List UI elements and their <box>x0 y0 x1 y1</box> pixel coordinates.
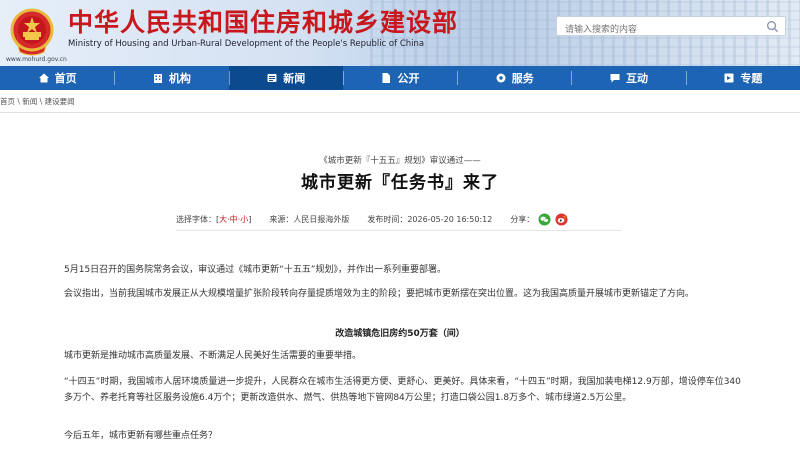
font-size-small[interactable]: 小 <box>240 214 248 225</box>
article-paragraph-4: “十四五”时期，我国城市人居环境质量进一步提升，人民群众在城市生活得更方便、更舒… <box>64 377 741 403</box>
article-subheading: 改造城镇危旧房约50万套（间） <box>335 329 465 339</box>
chat-icon <box>610 74 620 83</box>
article-paragraph-2: 会议指出，当前我国城市发展正从大规模增量扩张阶段转向存量提质增效为主的阶段；要把… <box>64 289 695 299</box>
font-size-large[interactable]: 大 <box>219 214 227 225</box>
building-icon <box>153 74 162 83</box>
nav-label: 互动 <box>626 72 649 85</box>
meta-divider <box>176 230 622 231</box>
nav-label: 新闻 <box>283 72 306 85</box>
share-label: 分享： <box>510 215 535 224</box>
font-size-label: 选择字体：[ <box>176 215 220 224</box>
nav-item-institution[interactable]: 机构 <box>114 66 228 90</box>
gear-icon <box>496 73 506 83</box>
nav-label: 首页 <box>54 72 77 85</box>
article-paragraph-1: 5月15日召开的国务院常务会议，审议通过《城市更新“十五五”规划》，并作出一系列… <box>64 265 447 275</box>
article-paragraph-3: 城市更新是推动城市高质量发展、不断满足人民美好生活需要的重要举措。 <box>64 351 362 361</box>
nav-item-service[interactable]: 服务 <box>457 66 571 90</box>
font-size-close: ] <box>248 215 252 224</box>
nav-label: 公开 <box>397 72 420 85</box>
article-publish-time: 发布时间：2026-05-20 16:50:12 <box>367 215 493 224</box>
font-size-medium[interactable]: 中 <box>230 214 238 225</box>
breadcrumb: 首页 \ 新闻 \ 建设要闻 <box>0 96 75 107</box>
nav-item-topic[interactable]: 专题 <box>685 66 800 90</box>
nav-label: 服务 <box>511 72 534 85</box>
nav-item-public[interactable]: 公开 <box>342 66 457 90</box>
search-input[interactable] <box>557 21 757 39</box>
nav-item-interaction[interactable]: 互动 <box>571 66 685 90</box>
site-header: 中华人民共和国住房和城乡建设部 Ministry of Housing and … <box>0 0 800 66</box>
breadcrumb-news[interactable]: 新闻 <box>22 97 37 106</box>
article-pre-title: 《城市更新『十五五』规划》审议通过—— <box>319 156 481 166</box>
article-title: 城市更新『任务书』来了 <box>301 173 499 193</box>
nav-label: 机构 <box>168 72 191 85</box>
document-icon <box>382 73 391 83</box>
breadcrumb-separator: \ <box>37 97 45 106</box>
article-paragraph-5: 今后五年，城市更新有哪些重点任务？ <box>64 431 218 441</box>
breadcrumb-construction-news[interactable]: 建设要闻 <box>45 97 75 106</box>
site-subtitle: Ministry of Housing and Urban-Rural Deve… <box>68 39 425 49</box>
news-icon <box>267 74 277 82</box>
site-title: 中华人民共和国住房和城乡建设部 <box>68 8 459 37</box>
nav-item-news[interactable]: 新闻 <box>228 66 343 90</box>
nav-item-home[interactable]: 首页 <box>0 66 114 90</box>
nav-label: 专题 <box>740 72 763 85</box>
search-box <box>556 16 786 39</box>
breadcrumb-home[interactable]: 首页 <box>0 97 15 106</box>
topic-icon <box>724 73 734 83</box>
national-emblem-icon <box>10 8 54 56</box>
search-icon[interactable] <box>766 20 779 33</box>
site-url: www.mohurd.gov.cn <box>6 56 67 63</box>
article-meta: 选择字体：[ 大 · 中 · 小 ] 来源：人民日报海外版 发布时间：2026-… <box>176 213 568 226</box>
article-source: 来源：人民日报海外版 <box>269 215 350 224</box>
weibo-share-icon[interactable] <box>555 213 568 226</box>
home-icon <box>38 73 49 83</box>
wechat-share-icon[interactable] <box>538 213 551 226</box>
main-nav: 首页 机构 新闻 公开 服务 互动 专题 <box>0 66 800 90</box>
breadcrumb-divider <box>0 112 800 113</box>
